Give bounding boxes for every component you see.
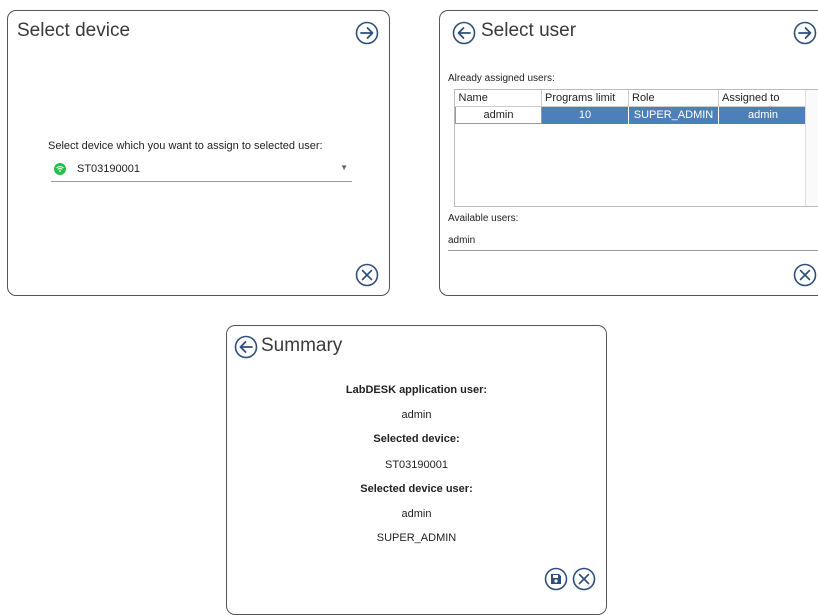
cell-role[interactable]: SUPER_ADMIN — [628, 106, 719, 124]
device-dropdown-value: ST03190001 — [77, 163, 140, 175]
available-users-dropdown[interactable]: admin — [448, 233, 818, 251]
close-icon[interactable] — [572, 567, 596, 591]
summary-dialog: Summary LabDESK application user: admin … — [226, 325, 607, 615]
device-user-value: admin — [401, 508, 432, 520]
table-row[interactable]: admin 10 SUPER_ADMIN admin — [455, 106, 808, 124]
app-user-label: LabDESK application user: — [345, 384, 488, 396]
cell-programs-limit[interactable]: 10 — [541, 106, 629, 124]
chevron-down-icon: ▼ — [340, 163, 348, 172]
column-header-role[interactable]: Role — [628, 90, 719, 107]
wifi-icon — [54, 163, 66, 175]
cell-name[interactable]: admin — [455, 106, 542, 124]
back-arrow-icon[interactable] — [234, 335, 258, 359]
available-users-value: admin — [448, 235, 476, 246]
next-arrow-icon[interactable] — [355, 21, 379, 45]
select-user-dialog: Select user Already assigned users: Name… — [439, 10, 818, 296]
selected-device-value: ST03190001 — [385, 459, 448, 471]
device-user-role: SUPER_ADMIN — [376, 532, 457, 544]
select-device-dialog: Select device Select device which you wa… — [7, 10, 390, 296]
table-header-row: Name Programs limit Role Assigned to — [455, 90, 808, 107]
dialog-title: Select user — [481, 20, 577, 41]
cell-assigned-to[interactable]: admin — [718, 106, 808, 124]
available-users-label: Available users: — [448, 213, 519, 224]
assigned-users-label: Already assigned users: — [448, 73, 555, 84]
close-icon[interactable] — [793, 263, 817, 287]
selected-device-label: Selected device: — [373, 433, 460, 445]
app-user-value: admin — [401, 409, 432, 421]
save-icon[interactable] — [544, 567, 568, 591]
column-header-assigned-to[interactable]: Assigned to — [718, 90, 808, 107]
assigned-users-table: Name Programs limit Role Assigned to adm… — [454, 89, 818, 207]
device-dropdown[interactable]: ST03190001 ▼ — [51, 158, 352, 182]
next-arrow-icon[interactable] — [793, 21, 817, 45]
column-header-programs-limit[interactable]: Programs limit — [541, 90, 629, 107]
table-scrollbar[interactable] — [805, 90, 818, 206]
close-icon[interactable] — [355, 263, 379, 287]
back-arrow-icon[interactable] — [452, 21, 476, 45]
column-header-name[interactable]: Name — [455, 90, 542, 107]
dialog-title: Summary — [261, 335, 343, 356]
device-user-label: Selected device user: — [360, 483, 473, 495]
dialog-title: Select device — [17, 20, 131, 41]
device-prompt-label: Select device which you want to assign t… — [48, 140, 323, 152]
